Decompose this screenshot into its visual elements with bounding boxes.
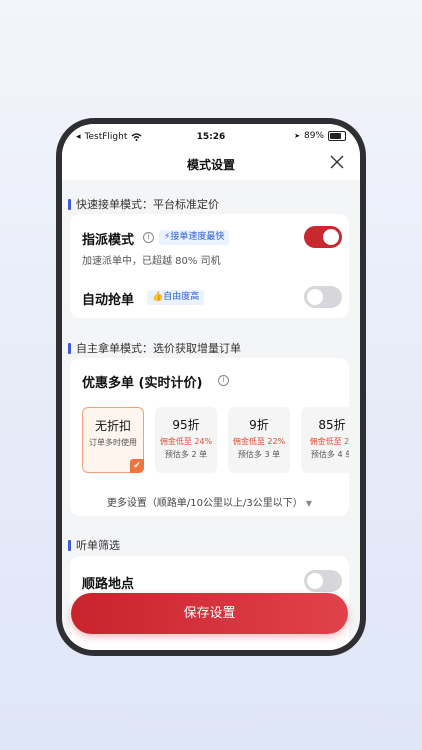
app-screen: ◂ TestFlight 15:26 ➤ 89% 模式设置 快速接单模式：平台标… <box>62 124 360 650</box>
thumbs-up-icon: 👍 <box>152 292 164 302</box>
status-right: ➤ 89% <box>294 131 346 141</box>
battery-percent: 89% <box>303 131 324 141</box>
section-fast-label: 快速接单模式：平台标准定价 <box>76 198 219 211</box>
discount-card: 优惠多单 (实时计价) i 无折扣 订单多时使用 ✔ 95折 佣金低至 24% … <box>70 358 349 516</box>
auto-grab-badge-text: 自由度高 <box>163 292 200 302</box>
discount-option-95[interactable]: 95折 佣金低至 24% 预估多 2 单 <box>155 407 217 473</box>
section-bar <box>68 539 71 551</box>
page-title: 模式设置 <box>186 158 235 172</box>
more-settings-link[interactable]: 更多设置（顺路单/10公里以上/3公里以下） ▼ <box>70 494 349 509</box>
auto-grab-badge: 👍自由度高 <box>147 290 205 305</box>
section-self-mode: 自主拿单模式：选价获取增量订单 <box>68 340 241 356</box>
discount-option-85[interactable]: 85折 佣金低至 21 预估多 4 单 <box>301 407 349 473</box>
section-bar <box>68 342 71 354</box>
info-icon[interactable]: i <box>218 375 229 386</box>
option-line1: 佣金低至 22% <box>232 437 286 446</box>
option-line2: 预估多 3 单 <box>237 450 281 459</box>
toggle-knob <box>307 289 323 305</box>
route-title: 顺路地点 <box>82 577 135 592</box>
option-line1: 佣金低至 24% <box>159 437 213 446</box>
phone-frame: ◂ TestFlight 15:26 ➤ 89% 模式设置 快速接单模式：平台标… <box>56 118 366 656</box>
option-title: 9折 <box>249 418 269 432</box>
option-title: 95折 <box>172 418 200 432</box>
option-title: 85折 <box>318 418 346 432</box>
battery-icon <box>328 131 346 141</box>
discount-option-none[interactable]: 无折扣 订单多时使用 ✔ <box>82 407 144 473</box>
discount-title: 优惠多单 (实时计价) <box>82 376 203 391</box>
section-filter: 听单筛选 <box>68 537 120 553</box>
dispatch-badge: ⚡接单速度最快 <box>159 230 230 245</box>
option-line2: 预估多 2 单 <box>164 450 208 459</box>
more-settings-text: 更多设置（顺路单/10公里以上/3公里以下） <box>106 498 303 509</box>
close-icon[interactable] <box>330 155 344 169</box>
checkmark-icon: ✔ <box>130 459 144 473</box>
section-self-label: 自主拿单模式：选价获取增量订单 <box>76 342 241 355</box>
section-filter-label: 听单筛选 <box>76 539 120 552</box>
info-icon[interactable]: i <box>143 232 154 243</box>
toggle-knob <box>307 573 323 589</box>
dispatch-mode-toggle[interactable] <box>304 226 342 248</box>
dispatch-mode-title: 指派模式 <box>82 233 135 248</box>
option-line1: 订单多时使用 <box>89 438 137 447</box>
dispatch-badge-text: 接单速度最快 <box>170 232 225 242</box>
auto-grab-toggle[interactable] <box>304 286 342 308</box>
fast-mode-card: 指派模式 i ⚡接单速度最快 加速派单中，已超越 80% 司机 自动抢单 👍自由… <box>70 214 349 318</box>
option-line1: 佣金低至 21 <box>309 437 349 446</box>
dispatch-desc: 加速派单中，已超越 80% 司机 <box>82 256 221 267</box>
route-toggle[interactable] <box>304 570 342 592</box>
section-fast-mode: 快速接单模式：平台标准定价 <box>68 196 219 212</box>
save-settings-button[interactable]: 保存设置 <box>71 593 348 634</box>
section-bar <box>68 198 71 210</box>
toggle-knob <box>323 229 339 245</box>
auto-grab-title: 自动抢单 <box>82 293 135 308</box>
status-bar: ◂ TestFlight 15:26 ➤ 89% <box>62 124 360 150</box>
location-arrow-icon: ➤ <box>294 132 300 140</box>
option-title: 无折扣 <box>94 419 131 433</box>
nav-bar: 模式设置 <box>62 150 360 180</box>
option-line2: 预估多 4 单 <box>310 450 349 459</box>
discount-option-90[interactable]: 9折 佣金低至 22% 预估多 3 单 <box>228 407 290 473</box>
chevron-down-icon: ▼ <box>305 499 313 508</box>
